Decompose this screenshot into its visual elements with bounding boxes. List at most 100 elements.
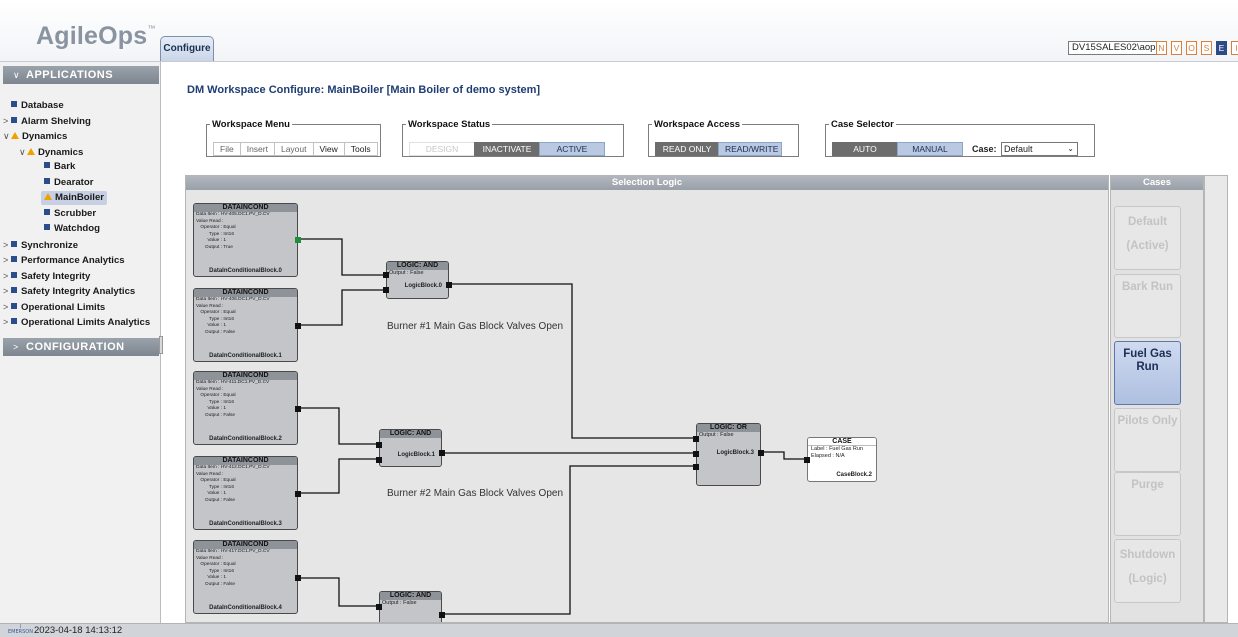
configuration-header[interactable]: > CONFIGURATION <box>3 338 159 356</box>
square-icon <box>11 101 17 108</box>
case-pilots-only-button[interactable]: Pilots Only <box>1114 408 1181 472</box>
sidebar-item-dearator[interactable]: Dearator <box>44 176 93 190</box>
output-port[interactable] <box>295 491 301 497</box>
app-window: AgileOps™ Configure DV15SALES02\aops N V… <box>0 0 1238 637</box>
output-port[interactable] <box>446 282 452 288</box>
sidebar-item-dynamics-sub[interactable]: ∨ Dynamics <box>19 145 83 159</box>
data-in-conditional-block-1[interactable]: DATAINCOND Data Item : HV-406.DC1.PV_D.C… <box>193 288 301 362</box>
menu-layout-button[interactable]: Layout <box>273 142 314 156</box>
block-row-value: Value : 1 <box>207 575 227 581</box>
input-port[interactable] <box>376 442 382 448</box>
sidebar-item-database[interactable]: Database <box>3 99 64 113</box>
status-badge-s[interactable]: S <box>1201 41 1212 55</box>
tab-configure[interactable]: Configure <box>160 36 214 61</box>
workspace-access-group: Workspace Access READ ONLY READ/WRITE <box>648 119 799 157</box>
annotation-burner-1: Burner #1 Main Gas Block Valves Open <box>387 321 564 332</box>
logic-and-block-0[interactable]: LOGIC: AND Output : False LogicBlock.0 <box>383 261 452 299</box>
data-in-conditional-block-4[interactable]: DATAINCOND Data Item : HV-417.DC1.PV_D.C… <box>193 540 301 614</box>
input-port[interactable] <box>693 436 699 442</box>
user-account[interactable]: DV15SALES02\aops <box>1068 41 1165 55</box>
status-badge-o[interactable]: O <box>1186 41 1197 55</box>
output-port[interactable] <box>295 406 301 412</box>
block-row-output: Output : False <box>204 412 236 418</box>
sidebar-item-dynamics[interactable]: ∨ Dynamics <box>3 129 67 143</box>
status-design-button[interactable]: DESIGN <box>409 142 475 156</box>
case-shutdown-button[interactable]: Shutdown (Logic) <box>1114 539 1181 603</box>
input-port[interactable] <box>376 604 382 610</box>
square-icon <box>11 241 17 248</box>
input-port[interactable] <box>804 457 810 463</box>
sidebar-item-safety-integrity[interactable]: > Safety Integrity <box>3 269 90 283</box>
case-block-2[interactable]: CASE Label : Fuel Gas Run Elapsed : N/A … <box>804 437 877 482</box>
data-in-conditional-block-0[interactable]: DATAINCOND Data Item : HV-405.DC1.PV_D.C… <box>193 203 301 277</box>
output-port[interactable] <box>295 323 301 329</box>
menu-view-button[interactable]: View <box>312 142 345 156</box>
selection-logic-canvas[interactable]: Selection Logic DATAINCOND Data Item : H… <box>185 175 1109 623</box>
input-port[interactable] <box>383 287 389 293</box>
square-icon <box>11 272 17 279</box>
applications-header[interactable]: ∨ APPLICATIONS <box>3 66 159 84</box>
connection-lines <box>300 238 807 615</box>
block-row-output: Output : True <box>204 244 233 250</box>
access-read-only-button[interactable]: READ ONLY <box>655 142 719 156</box>
annotation-burner-2: Burner #2 Main Gas Block Valves Open <box>387 488 564 499</box>
sidebar-item-operational-limits[interactable]: > Operational Limits <box>3 300 105 314</box>
menu-tools-button[interactable]: Tools <box>343 142 378 156</box>
case-bark-run-button[interactable]: Bark Run <box>1114 274 1181 338</box>
sidebar-item-operational-limits-analytics[interactable]: > Operational Limits Analytics <box>3 315 150 329</box>
cases-panel: Cases Default (Active) Bark Run Fuel Gas … <box>1110 175 1204 623</box>
block-name: LogicBlock.3 <box>716 450 754 456</box>
output-port[interactable] <box>295 237 301 243</box>
square-icon <box>11 117 17 124</box>
status-badge-i[interactable]: I <box>1231 41 1238 55</box>
input-port[interactable] <box>383 272 389 278</box>
menu-insert-button[interactable]: Insert <box>239 142 275 156</box>
block-name: DataInConditionalBlock.1 <box>209 353 282 359</box>
access-read-write-button[interactable]: READ/WRITE <box>718 142 782 156</box>
status-badge-v[interactable]: V <box>1171 41 1182 55</box>
logic-or-block-3[interactable]: LOGIC: OR Output : False LogicBlock.3 <box>693 423 764 486</box>
input-port[interactable] <box>376 457 382 463</box>
vertical-scrollbar[interactable] <box>1204 175 1228 623</box>
data-in-conditional-block-3[interactable]: DATAINCOND Data Item : HV-412.DC1.PV_D.C… <box>193 456 301 530</box>
sidebar-item-mainboiler[interactable]: MainBoiler <box>41 191 108 205</box>
sidebar-item-scrubber[interactable]: Scrubber <box>44 207 96 221</box>
warning-triangle-icon <box>27 147 35 155</box>
output-port[interactable] <box>758 450 764 456</box>
input-port[interactable] <box>693 451 699 457</box>
block-row-output: Output : False <box>389 270 424 276</box>
status-active-button[interactable]: ACTIVE <box>539 142 605 156</box>
sidebar-item-synchronize[interactable]: > Synchronize <box>3 238 78 252</box>
case-select[interactable]: Default ⌄ <box>1001 142 1078 156</box>
case-auto-button[interactable]: AUTO <box>832 142 898 156</box>
sidebar-item-safety-integrity-analytics[interactable]: > Safety Integrity Analytics <box>3 284 135 298</box>
case-purge-button[interactable]: Purge <box>1114 472 1181 536</box>
block-name: DataInConditionalBlock.3 <box>209 521 282 527</box>
chevron-down-icon: ∨ <box>3 131 10 141</box>
square-icon <box>11 287 17 294</box>
input-port[interactable] <box>693 464 699 470</box>
block-row-value: Value : 1 <box>207 491 227 497</box>
sidebar-item-alarm-shelving[interactable]: > Alarm Shelving <box>3 114 91 128</box>
status-badge-e[interactable]: E <box>1216 41 1227 55</box>
chevron-right-icon: > <box>3 116 9 126</box>
link-dic0-and0 <box>300 238 386 276</box>
block-title: LOGIC: OR <box>697 424 760 432</box>
case-default-button[interactable]: Default (Active) <box>1114 206 1181 270</box>
sidebar-item-performance-analytics[interactable]: > Performance Analytics <box>3 253 125 267</box>
sidebar-item-bark[interactable]: Bark <box>44 160 75 174</box>
block-name: CaseBlock.2 <box>836 472 872 478</box>
menu-file-button[interactable]: File <box>213 142 241 156</box>
output-port[interactable] <box>439 450 445 456</box>
case-fuel-gas-run-button[interactable]: Fuel Gas Run <box>1114 341 1181 405</box>
output-port[interactable] <box>439 612 445 618</box>
output-port[interactable] <box>295 575 301 581</box>
square-icon <box>44 162 50 169</box>
status-badge-n[interactable]: N <box>1156 41 1167 55</box>
data-in-conditional-block-2[interactable]: DATAINCOND Data Item : HV-411.DC1.PV_D.C… <box>193 371 301 445</box>
status-inactivate-button[interactable]: INACTIVATE <box>474 142 540 156</box>
sidebar-item-watchdog[interactable]: Watchdog <box>44 222 100 236</box>
logic-and-block-1[interactable]: LOGIC: AND LogicBlock.1 <box>376 429 445 467</box>
logic-and-block-2[interactable]: LOGIC: AND Output : False <box>376 591 445 622</box>
case-manual-button[interactable]: MANUAL <box>897 142 963 156</box>
